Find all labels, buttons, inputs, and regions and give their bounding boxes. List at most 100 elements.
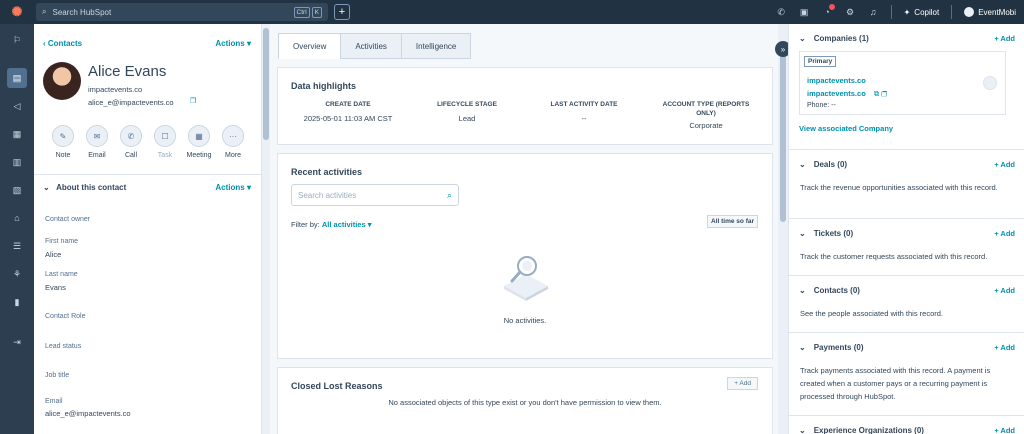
tickets-section-toggle[interactable]: ⌄ Tickets (0) bbox=[799, 229, 853, 238]
contact-actions-dropdown[interactable]: Actions ▾ bbox=[215, 39, 251, 48]
top-right-controls: ✆ ▣ ◔ ⚙ ♫ ✦ Copilot EventMobi bbox=[770, 0, 1024, 24]
about-title: About this contact bbox=[56, 183, 127, 192]
meeting-button[interactable]: ▦ Meeting bbox=[186, 125, 212, 159]
record-middle-column: Overview Activities Intelligence Data hi… bbox=[270, 24, 778, 434]
account-type-value: Corporate bbox=[689, 121, 723, 130]
experience-organizations-section: ⌄ Experience Organizations (0) + Add bbox=[789, 416, 1024, 434]
experience-organizations-toggle[interactable]: ⌄ Experience Organizations (0) bbox=[799, 426, 924, 434]
experience-organizations-add-button[interactable]: + Add bbox=[994, 426, 1015, 434]
contacts-section-toggle[interactable]: ⌄ Contacts (0) bbox=[799, 286, 860, 295]
contact-name[interactable]: Alice Evans bbox=[88, 63, 166, 80]
activity-filter-dropdown[interactable]: All activities ▾ bbox=[322, 220, 372, 229]
commerce-icon[interactable]: ▥ bbox=[7, 152, 27, 172]
payments-add-button[interactable]: + Add bbox=[994, 343, 1015, 352]
chevron-down-icon: ⌄ bbox=[799, 34, 806, 43]
about-section-toggle[interactable]: ⌄ About this contact bbox=[43, 183, 126, 192]
service-icon[interactable]: ⌂ bbox=[7, 208, 27, 228]
left-panel-scrollbar[interactable] bbox=[262, 24, 270, 434]
scrollbar-thumb[interactable] bbox=[263, 28, 269, 140]
reporting-icon[interactable]: ▮ bbox=[7, 292, 27, 312]
back-to-contacts-link[interactable]: ‹ Contacts bbox=[43, 39, 82, 48]
companies-add-button[interactable]: + Add bbox=[994, 34, 1015, 43]
task-button[interactable]: ☐ Task bbox=[152, 125, 178, 159]
empty-state-illustration bbox=[504, 256, 548, 301]
payments-section-toggle[interactable]: ⌄ Payments (0) bbox=[799, 343, 864, 352]
hubspot-logo-icon[interactable]: ✺ bbox=[0, 0, 34, 24]
chevron-down-icon: ⌄ bbox=[43, 183, 50, 192]
closed-lost-add-button[interactable]: + Add bbox=[727, 377, 758, 390]
payments-title: Payments (0) bbox=[813, 343, 864, 352]
shortcut-key-k: K bbox=[311, 6, 322, 18]
no-activities-text: No activities. bbox=[503, 316, 547, 325]
tab-activities[interactable]: Activities bbox=[340, 33, 402, 59]
deals-title: Deals (0) bbox=[813, 160, 848, 169]
middle-scrollbar[interactable] bbox=[778, 24, 788, 434]
copy-icon[interactable]: ❐ bbox=[190, 97, 196, 105]
contacts-section: ⌄ Contacts (0) + Add See the people assoc… bbox=[789, 276, 1024, 333]
top-navigation-bar: ✺ ⌕ Search HubSpot Ctrl K + ✆ ▣ ◔ ⚙ ♫ ✦ … bbox=[0, 0, 1024, 24]
upgrade-icon[interactable]: ◔ bbox=[816, 0, 839, 24]
field-value-last-name[interactable]: Evans bbox=[45, 283, 66, 292]
contacts-add-button[interactable]: + Add bbox=[994, 286, 1015, 295]
companies-section-toggle[interactable]: ⌄ Companies (1) bbox=[799, 34, 869, 43]
crm-contacts-icon[interactable]: ▤ bbox=[7, 68, 27, 88]
double-chevron-right-icon: » bbox=[780, 44, 786, 54]
collapse-nav-icon[interactable]: ⇥ bbox=[7, 332, 27, 352]
deals-section-toggle[interactable]: ⌄ Deals (0) bbox=[799, 160, 847, 169]
contacts-title: Contacts (0) bbox=[813, 286, 860, 295]
email-icon: ✉ bbox=[86, 125, 108, 147]
marketplace-icon[interactable]: ▣ bbox=[793, 0, 816, 24]
email-button[interactable]: ✉ Email bbox=[84, 125, 110, 159]
global-search-bar[interactable]: ⌕ Search HubSpot Ctrl K bbox=[36, 3, 328, 21]
more-button[interactable]: ··· More bbox=[220, 125, 246, 159]
primary-tag: Primary bbox=[804, 56, 837, 67]
data-management-icon[interactable]: ☰ bbox=[7, 236, 27, 256]
company-name-link[interactable]: impactevents.co bbox=[807, 76, 866, 85]
create-new-button[interactable]: + bbox=[334, 4, 350, 20]
search-icon: ⌕ bbox=[42, 7, 47, 16]
copy-icon[interactable]: ❐ bbox=[881, 89, 887, 98]
contact-email: alice_e@impactevents.co bbox=[88, 98, 174, 107]
divider bbox=[951, 5, 953, 19]
divider bbox=[890, 5, 892, 19]
field-value-first-name[interactable]: Alice bbox=[45, 250, 61, 259]
note-icon: ✎ bbox=[52, 125, 74, 147]
lifecycle-stage-value: Lead bbox=[458, 114, 476, 123]
tab-overview[interactable]: Overview bbox=[278, 33, 342, 59]
account-name: EventMobi bbox=[978, 7, 1016, 17]
company-domain-link[interactable]: impactevents.co bbox=[807, 89, 866, 98]
companies-section: ⌄ Companies (1) + Add Primary impactevent… bbox=[789, 24, 1024, 150]
chevron-down-icon: ⌄ bbox=[799, 160, 806, 169]
more-label: More bbox=[225, 152, 241, 159]
copilot-button[interactable]: ✦ Copilot bbox=[898, 8, 946, 17]
create-date-header: CREATE DATE bbox=[325, 101, 371, 108]
time-range-button[interactable]: All time so far bbox=[707, 215, 758, 228]
view-associated-company-link[interactable]: View associated Company bbox=[799, 124, 893, 133]
automation-icon[interactable]: ⚘ bbox=[7, 264, 27, 284]
tab-intelligence[interactable]: Intelligence bbox=[400, 33, 472, 59]
phone-icon[interactable]: ✆ bbox=[770, 0, 793, 24]
sales-icon[interactable]: ▧ bbox=[7, 180, 27, 200]
field-label-contact-owner: Contact owner bbox=[45, 216, 91, 223]
content-icon[interactable]: ▦ bbox=[7, 124, 27, 144]
scrollbar-thumb[interactable] bbox=[780, 54, 786, 222]
call-button[interactable]: ✆ Call bbox=[118, 125, 144, 159]
associations-sidebar: ⌄ Companies (1) + Add Primary impactevent… bbox=[788, 24, 1024, 434]
about-actions-dropdown[interactable]: Actions ▾ bbox=[215, 183, 251, 192]
field-value-email[interactable]: alice_e@impactevents.co bbox=[45, 409, 131, 418]
more-icon: ··· bbox=[222, 125, 244, 147]
account-menu[interactable]: EventMobi bbox=[958, 7, 1024, 17]
activity-search-input[interactable]: Search activities ⌕ bbox=[291, 184, 459, 206]
marketing-icon[interactable]: ◁ bbox=[7, 96, 27, 116]
external-link-icon[interactable]: ⧉ bbox=[874, 89, 879, 98]
account-type-column: ACCOUNT TYPE (REPORTS ONLY) Corporate bbox=[654, 100, 758, 130]
tickets-section: ⌄ Tickets (0) + Add Track the customer re… bbox=[789, 219, 1024, 276]
notifications-bell-icon[interactable]: ♫ bbox=[862, 0, 885, 24]
note-button[interactable]: ✎ Note bbox=[50, 125, 76, 159]
call-label: Call bbox=[124, 152, 138, 159]
tickets-add-button[interactable]: + Add bbox=[994, 229, 1015, 238]
settings-gear-icon[interactable]: ⚙ bbox=[839, 0, 862, 24]
deals-add-button[interactable]: + Add bbox=[994, 160, 1015, 169]
tickets-title: Tickets (0) bbox=[813, 229, 854, 238]
bookmarks-icon[interactable]: ⚐ bbox=[7, 30, 27, 50]
